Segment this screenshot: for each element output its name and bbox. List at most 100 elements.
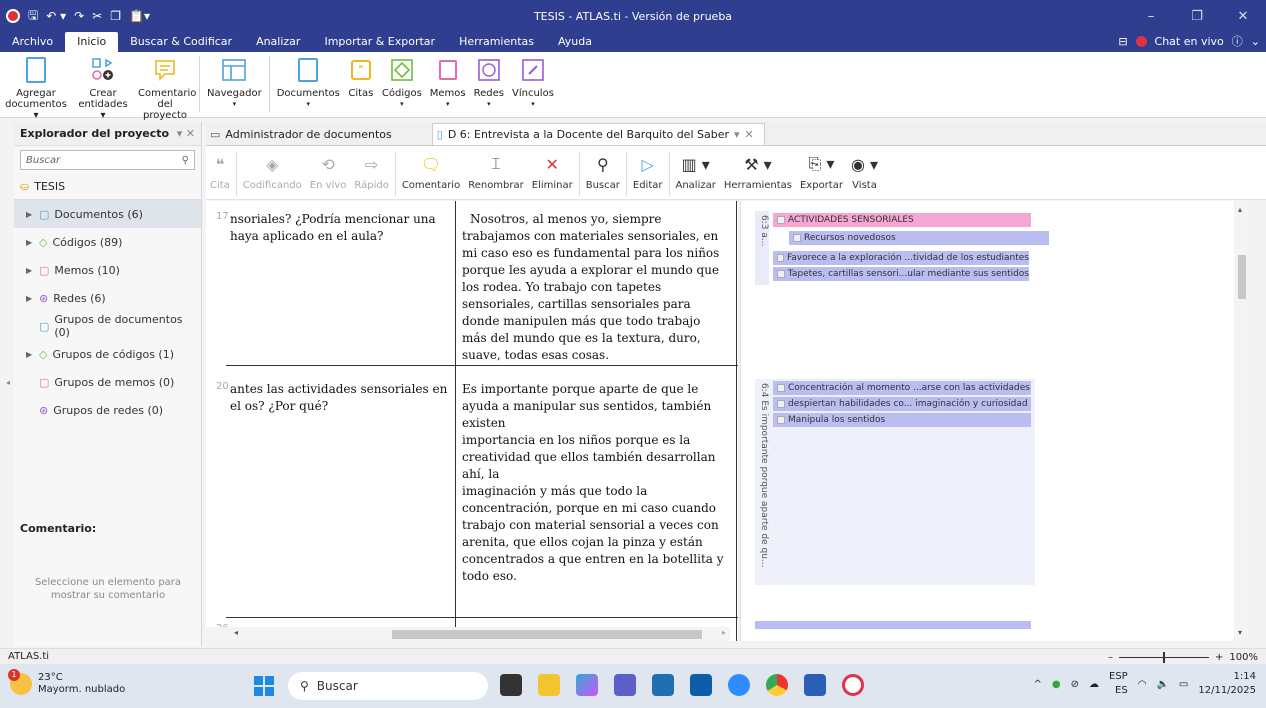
tree-root[interactable]: ⛀ TESIS xyxy=(14,174,201,200)
help-icon[interactable]: ⓘ xyxy=(1232,33,1243,49)
edit-button[interactable]: ▷ Editar xyxy=(629,152,667,192)
code-bar[interactable]: Manipula los sentidos xyxy=(773,413,1031,427)
code-bar[interactable]: ACTIVIDADES SENSORIALES xyxy=(773,213,1031,227)
windows-start-icon[interactable] xyxy=(254,676,274,696)
codes-button[interactable]: Códigos ▾ xyxy=(378,56,426,110)
scrollbar-thumb[interactable] xyxy=(392,630,702,639)
save-icon[interactable]: 🖫 xyxy=(28,6,38,27)
tab-archivo[interactable]: Archivo xyxy=(0,32,65,52)
quick-coding-button[interactable]: ⇨ Rápido xyxy=(350,152,392,192)
tab-document-manager[interactable]: ▭ Administrador de documentos xyxy=(206,123,402,145)
expand-icon[interactable]: ▶ xyxy=(26,266,34,275)
weather-widget[interactable]: 1 23°C Mayorm. nublado xyxy=(8,669,125,696)
document-content[interactable]: 17 nsoriales? ¿Podría mencionar una haya… xyxy=(206,201,738,641)
zoom-icon[interactable] xyxy=(728,674,750,696)
tree-item-documentos[interactable]: ▶ ▢ Documentos (6) xyxy=(14,200,201,228)
tree-item-redes[interactable]: ▶ ⊛ Redes (6) xyxy=(14,284,201,312)
documents-button[interactable]: Documentos ▾ xyxy=(273,56,344,110)
add-documents-button[interactable]: Agregar documentos ▾ xyxy=(0,56,72,121)
code-bar[interactable]: Recursos novedosos xyxy=(789,231,1049,245)
store-icon[interactable] xyxy=(690,674,712,696)
tab-ayuda[interactable]: Ayuda xyxy=(546,32,604,52)
explorer-search-input[interactable]: Buscar ⚲ xyxy=(20,150,195,170)
zoom-slider-knob[interactable] xyxy=(1163,651,1166,663)
scroll-right-icon[interactable]: ▸ xyxy=(722,628,726,637)
vertical-scrollbar[interactable]: ▴ ▾ xyxy=(1234,201,1250,641)
expand-icon[interactable]: ▶ xyxy=(26,350,34,359)
minimize-button[interactable]: – xyxy=(1128,0,1174,32)
wifi-icon[interactable]: ◠ xyxy=(1138,679,1147,690)
file-explorer-icon[interactable] xyxy=(538,674,560,696)
chat-live-button[interactable]: Chat en vivo xyxy=(1155,35,1224,48)
tray-mute-icon[interactable]: ⊘ xyxy=(1071,679,1079,690)
quote-label[interactable]: 6:4 Es importante porque aparte de qu... xyxy=(755,379,769,585)
copilot-icon[interactable] xyxy=(576,674,598,696)
tree-item-grupos-codigos[interactable]: ▶ ◇ Grupos de códigos (1) xyxy=(14,340,201,368)
create-entities-button[interactable]: Crear entidades ▾ xyxy=(72,56,134,121)
undo-icon[interactable]: ↶ ▾ xyxy=(46,9,66,23)
task-view-icon[interactable] xyxy=(500,674,522,696)
explorer-close-icon[interactable]: ▾ ✕ xyxy=(177,127,195,140)
networks-button[interactable]: Redes ▾ xyxy=(470,56,508,110)
analyze-button[interactable]: ▥ ▾ Analizar xyxy=(672,152,720,192)
comment-button[interactable]: 🗨 Comentario xyxy=(398,152,464,192)
tab-inicio[interactable]: Inicio xyxy=(65,32,119,52)
code-bar[interactable]: despiertan habilidades co... imaginación… xyxy=(773,397,1031,411)
expand-icon[interactable]: ▶ xyxy=(26,210,34,219)
quote-button[interactable]: ❝ Cita xyxy=(206,152,234,192)
close-button[interactable]: ✕ xyxy=(1220,0,1266,32)
margin-area[interactable]: 6:3 a... ACTIVIDADES SENSORIALES Recurso… xyxy=(740,201,1250,641)
expand-icon[interactable]: ▶ xyxy=(26,238,34,247)
coding-button[interactable]: ◈ Codificando xyxy=(239,152,306,192)
scroll-down-icon[interactable]: ▾ xyxy=(1238,628,1242,637)
tray-sync-icon[interactable]: ☁ xyxy=(1089,679,1099,690)
word-icon[interactable] xyxy=(804,674,826,696)
code-bar-partial[interactable] xyxy=(755,621,1031,629)
code-bar[interactable]: Favorece a la exploración ...tividad de … xyxy=(773,251,1029,265)
close-tab-icon[interactable]: ✕ xyxy=(745,128,754,141)
copy-icon[interactable]: ❐ xyxy=(110,9,121,23)
redo-icon[interactable]: ↷ xyxy=(74,9,84,23)
tab-buscar-codificar[interactable]: Buscar & Codificar xyxy=(118,32,244,52)
maximize-button[interactable]: ❐ xyxy=(1174,0,1220,32)
view-button[interactable]: ◉ ▾ Vista xyxy=(847,152,882,192)
cut-icon[interactable]: ✂ xyxy=(92,9,102,23)
zoom-in-button[interactable]: + xyxy=(1215,652,1223,663)
clock[interactable]: 1:14 12/11/2025 xyxy=(1198,670,1256,698)
delete-button[interactable]: ✕ Eliminar xyxy=(528,152,577,192)
tree-item-codigos[interactable]: ▶ ◇ Códigos (89) xyxy=(14,228,201,256)
ribbon-collapse-icon[interactable]: ⌄ xyxy=(1251,35,1260,48)
tools-button[interactable]: ⚒ ▾ Herramientas xyxy=(720,152,796,192)
tab-analizar[interactable]: Analizar xyxy=(244,32,312,52)
live-coding-button[interactable]: ⟲ En vivo xyxy=(306,152,351,192)
layout-icon[interactable]: ⊟ xyxy=(1118,35,1127,48)
scroll-up-icon[interactable]: ▴ xyxy=(1238,205,1242,214)
teams-icon[interactable] xyxy=(614,674,636,696)
paste-icon[interactable]: 📋▾ xyxy=(129,9,150,23)
quote-box[interactable]: 6:3 a... xyxy=(755,211,769,285)
atlas-ti-icon[interactable] xyxy=(842,674,864,696)
chevron-down-icon[interactable]: ▾ xyxy=(734,128,740,141)
search-button[interactable]: ⚲ Buscar xyxy=(582,152,624,192)
panel-collapse-icon[interactable]: ◂ xyxy=(6,378,10,387)
zoom-out-button[interactable]: – xyxy=(1108,652,1113,663)
chrome-icon[interactable] xyxy=(766,674,788,696)
rename-button[interactable]: ⌶ Renombrar xyxy=(464,152,528,191)
tree-item-memos[interactable]: ▶ ▢ Memos (10) xyxy=(14,256,201,284)
tab-importar-exportar[interactable]: Importar & Exportar xyxy=(312,32,447,52)
code-bar[interactable]: Concentración al momento ...arse con las… xyxy=(773,381,1031,395)
taskbar-search[interactable]: ⚲ Buscar xyxy=(288,672,488,700)
volume-icon[interactable]: 🔈 xyxy=(1156,679,1168,690)
tree-item-grupos-redes[interactable]: ⊛ Grupos de redes (0) xyxy=(14,396,201,424)
export-button[interactable]: ⎘ ▾ Exportar xyxy=(796,152,847,191)
code-bar[interactable]: Tapetes, cartillas sensori...ular median… xyxy=(773,267,1029,281)
horizontal-scrollbar[interactable]: ◂ ▸ xyxy=(206,627,730,641)
project-comment-button[interactable]: Comentario del proyecto xyxy=(134,56,196,121)
tray-app-icon[interactable]: ● xyxy=(1052,679,1061,690)
scroll-left-icon[interactable]: ◂ xyxy=(234,628,238,637)
tree-item-grupos-documentos[interactable]: ▢ Grupos de documentos (0) xyxy=(14,312,201,340)
navigator-button[interactable]: Navegador ▾ xyxy=(203,56,266,110)
quotes-button[interactable]: ❞ Citas xyxy=(344,56,378,99)
tray-chevron-icon[interactable]: ^ xyxy=(1034,679,1042,690)
language-indicator[interactable]: ESP ES xyxy=(1109,670,1128,698)
